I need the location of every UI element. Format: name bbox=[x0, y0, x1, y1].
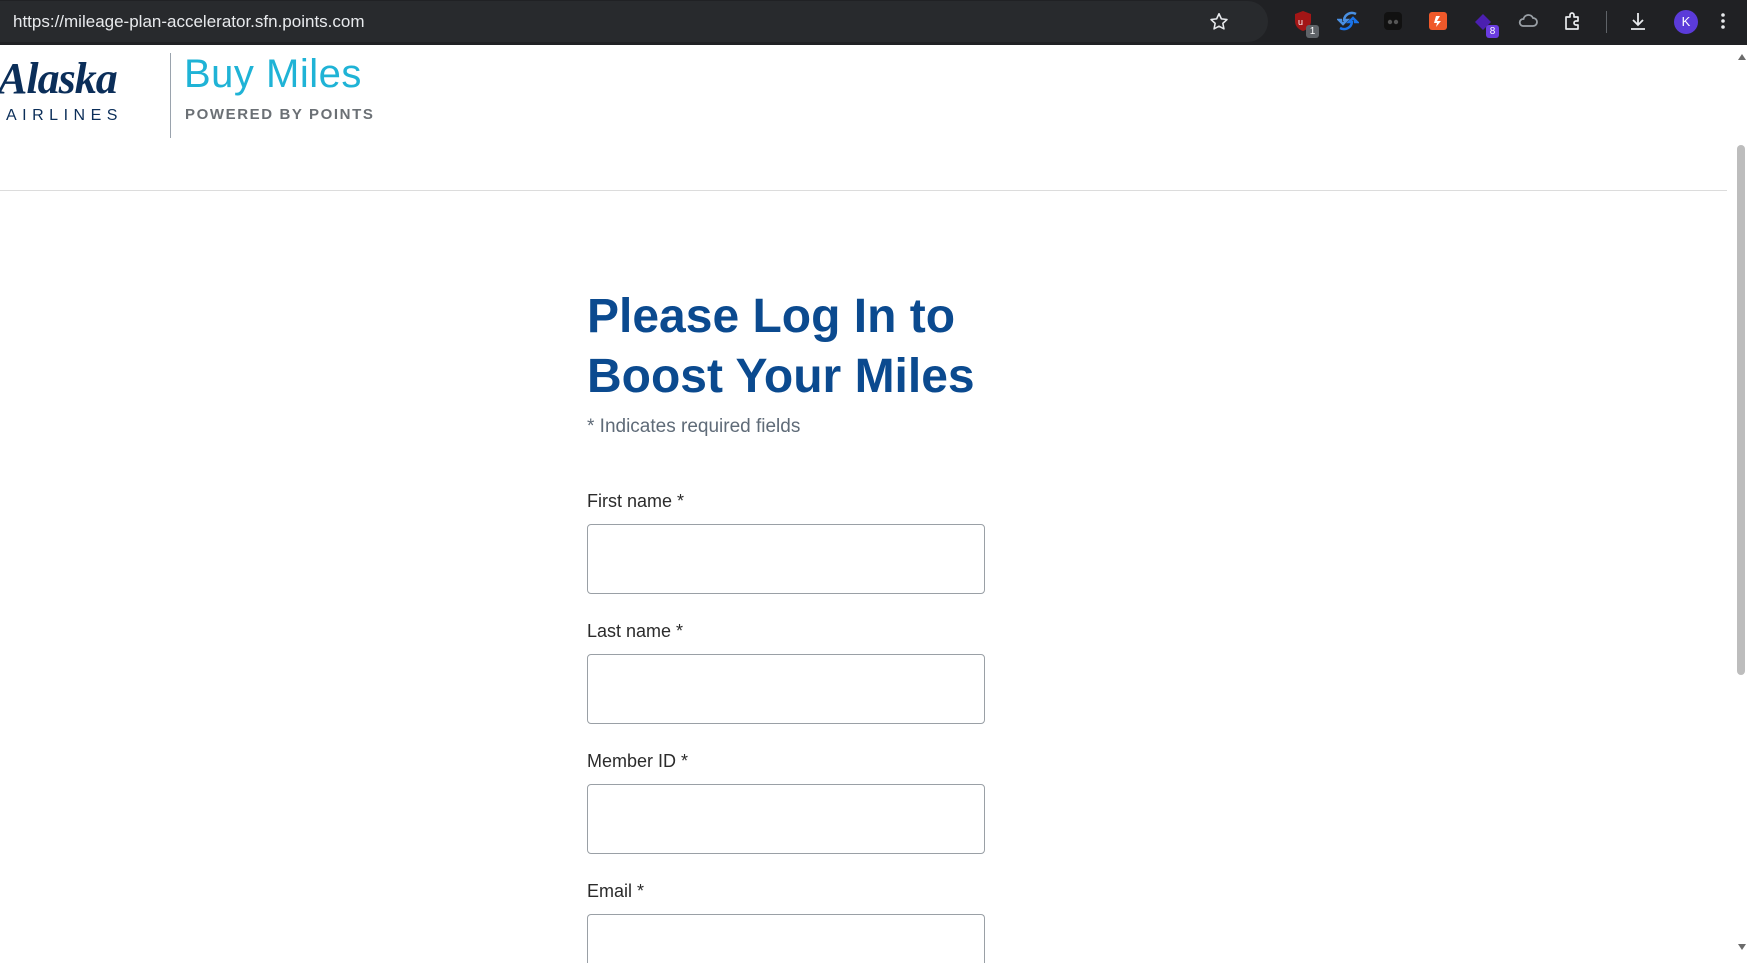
last-name-label: Last name * bbox=[587, 621, 684, 641]
product-title: Buy Miles bbox=[184, 52, 362, 96]
purple-extension-icon[interactable]: 8 bbox=[1472, 10, 1499, 38]
extensions-puzzle-icon[interactable] bbox=[1562, 10, 1584, 32]
logo-airlines: AIRLINES bbox=[6, 107, 123, 123]
page-title: Please Log In to Boost Your Miles bbox=[587, 290, 975, 403]
email-input[interactable] bbox=[587, 914, 985, 963]
cloud-extension-icon[interactable] bbox=[1517, 10, 1539, 32]
sync-extension-icon[interactable] bbox=[1335, 10, 1361, 32]
first-name-input[interactable] bbox=[587, 524, 985, 594]
scrollbar-thumb[interactable] bbox=[1737, 145, 1745, 675]
member-id-input[interactable] bbox=[587, 784, 985, 854]
alaska-airlines-logo[interactable]: Alaska AIRLINES bbox=[0, 53, 158, 123]
scroll-up-arrow-icon[interactable] bbox=[1738, 54, 1746, 60]
logo-wordmark: Alaska bbox=[0, 54, 117, 103]
address-bar[interactable]: https://mileage-plan-accelerator.sfn.poi… bbox=[0, 1, 1268, 42]
last-name-input[interactable] bbox=[587, 654, 985, 724]
ublock-icon[interactable]: u 1 bbox=[1292, 10, 1319, 38]
toolbar-separator bbox=[1606, 11, 1607, 33]
bookmark-star-icon[interactable] bbox=[1208, 11, 1230, 33]
site-header: Alaska AIRLINES Buy Miles POWERED BY POI… bbox=[0, 45, 1727, 191]
svg-text:u: u bbox=[1298, 17, 1303, 27]
downloads-icon[interactable] bbox=[1627, 10, 1649, 32]
ublock-badge: 1 bbox=[1306, 25, 1319, 38]
member-id-label: Member ID * bbox=[587, 751, 689, 771]
chrome-menu-icon[interactable] bbox=[1718, 10, 1728, 32]
browser-toolbar: https://mileage-plan-accelerator.sfn.poi… bbox=[0, 0, 1747, 45]
orange-extension-icon[interactable] bbox=[1427, 10, 1449, 32]
profile-avatar[interactable]: K bbox=[1674, 10, 1698, 34]
powered-by-text: POWERED BY POINTS bbox=[185, 106, 375, 123]
email-label: Email * bbox=[587, 881, 645, 901]
required-fields-note: * Indicates required fields bbox=[587, 416, 801, 437]
scroll-down-arrow-icon[interactable] bbox=[1738, 944, 1746, 950]
header-divider bbox=[170, 53, 171, 138]
mask-extension-icon[interactable] bbox=[1382, 10, 1404, 32]
first-name-label: First name * bbox=[587, 491, 685, 511]
url-text[interactable]: https://mileage-plan-accelerator.sfn.poi… bbox=[13, 12, 365, 32]
purple-extension-badge: 8 bbox=[1486, 25, 1499, 38]
